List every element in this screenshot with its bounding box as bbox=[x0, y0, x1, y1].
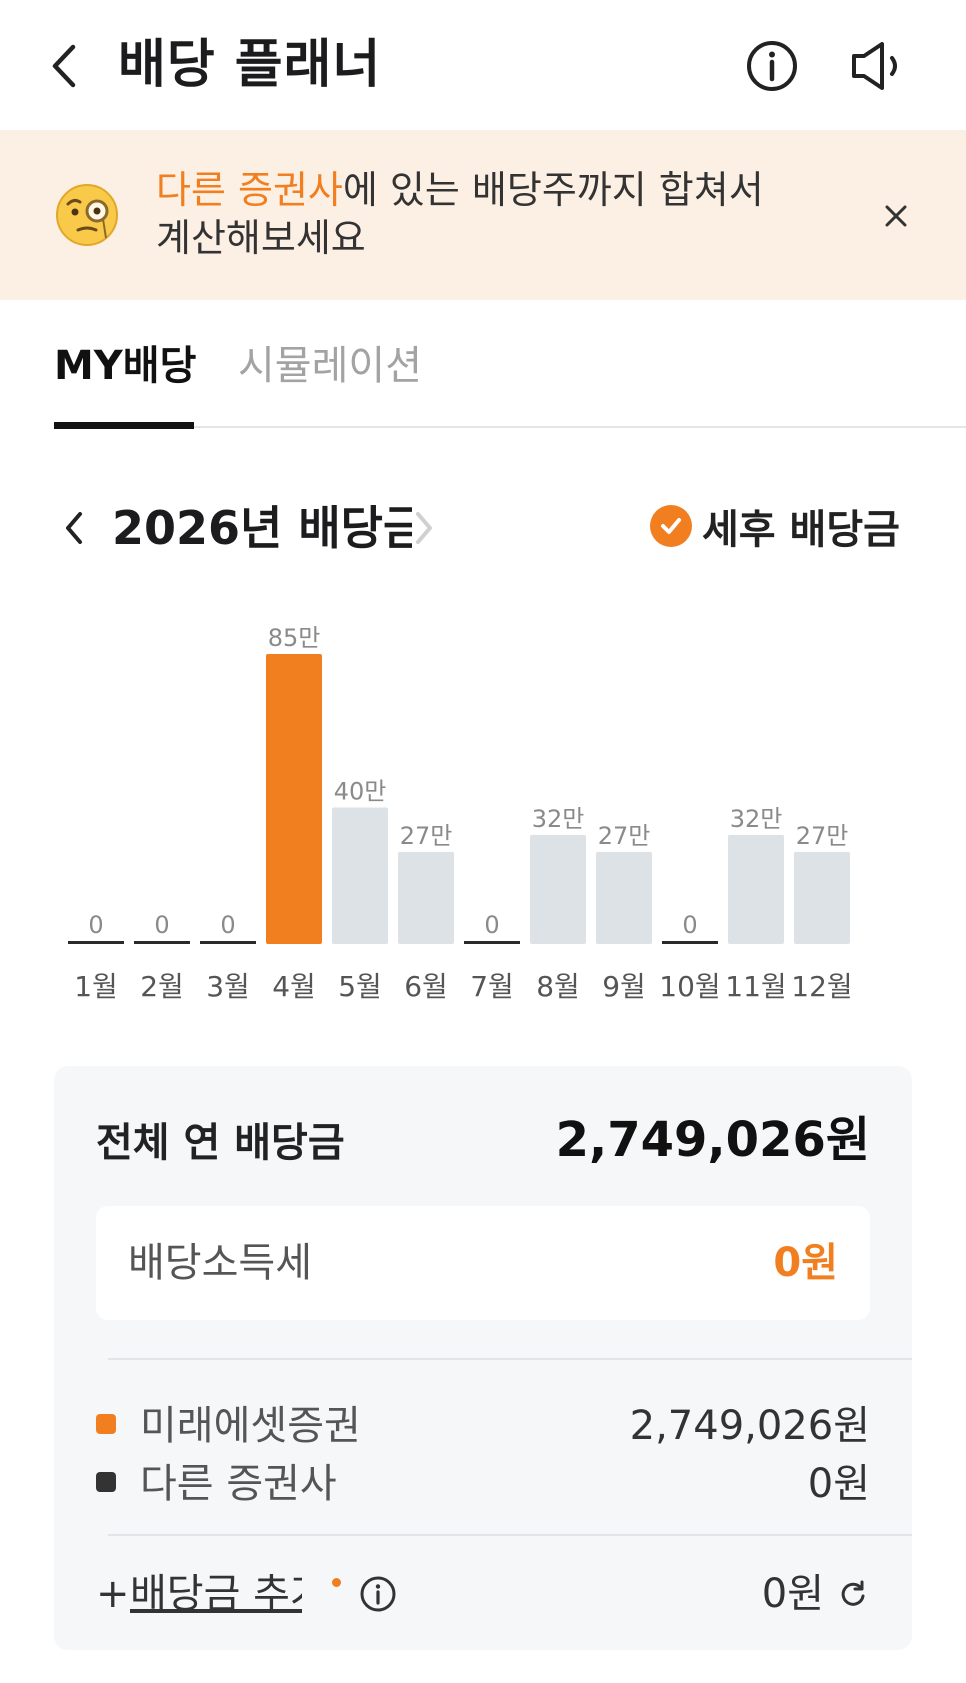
card-divider bbox=[108, 1534, 912, 1536]
chart-month-label-1: 1월 bbox=[74, 970, 118, 1003]
chart-month-label-9: 9월 bbox=[602, 970, 646, 1003]
broker-name: 미래에셋증권 bbox=[140, 1403, 361, 1449]
chart-bar-11[interactable] bbox=[728, 834, 784, 944]
close-icon bbox=[885, 205, 907, 227]
chart-month-label-5: 5월 bbox=[338, 970, 382, 1003]
banner-text-line2: 계산해보세요 bbox=[156, 216, 366, 260]
card-divider bbox=[108, 1358, 912, 1360]
chart-bar-7[interactable] bbox=[464, 941, 520, 944]
app-header: 배당 플래너 bbox=[0, 0, 966, 130]
chart-month-label-4: 4월 bbox=[272, 970, 316, 1003]
bar-chart-svg: 0 1월 0 2월 0 3월 85만 4월 40만 5월 27만 6월 0 7월 32만 8월 27만 9월 0 10… bbox=[68, 624, 853, 1003]
next-year-button[interactable] bbox=[410, 506, 436, 550]
add-dividend-row: + 배당금 추가 0원 bbox=[96, 1564, 870, 1624]
total-annual-label: 전체 연 배당금 bbox=[96, 1120, 345, 1166]
add-info-button[interactable] bbox=[358, 1574, 398, 1614]
chart-bar-6[interactable] bbox=[398, 851, 454, 944]
chart-data-label-6: 27만 bbox=[400, 822, 453, 850]
broker-color-dot bbox=[96, 1472, 116, 1492]
chart-data-label-1: 0 bbox=[88, 911, 103, 939]
plus-icon[interactable]: + bbox=[96, 1566, 130, 1622]
chevron-right-icon bbox=[416, 512, 432, 544]
total-annual-value: 2,749,026원 bbox=[555, 1112, 870, 1168]
refresh-button[interactable] bbox=[838, 1578, 870, 1610]
broker-row-other: 다른 증권사 0원 bbox=[96, 1456, 870, 1512]
after-tax-label: 세후 배당금 bbox=[702, 507, 900, 553]
chart-data-label-3: 0 bbox=[220, 911, 235, 939]
tab-my-dividend[interactable]: MY배당 bbox=[54, 338, 196, 394]
chart-bar-3[interactable] bbox=[200, 941, 256, 944]
new-badge-dot bbox=[332, 1578, 341, 1587]
chart-data-label-12: 27만 bbox=[796, 822, 849, 850]
chart-month-label-8: 8월 bbox=[536, 970, 580, 1003]
chart-bar-2[interactable] bbox=[134, 941, 190, 944]
tax-box: 배당소득세 0원 bbox=[96, 1206, 870, 1320]
chart-data-label-4: 85만 bbox=[268, 624, 321, 652]
broker-value: 2,749,026원 bbox=[629, 1403, 870, 1449]
prev-year-button[interactable] bbox=[56, 506, 92, 550]
banner-accent-text: 다른 증권사 bbox=[156, 168, 343, 212]
year-label: 2026년 배당금 bbox=[112, 501, 412, 555]
chart-month-label-3: 3월 bbox=[206, 970, 250, 1003]
chart-bar-9[interactable] bbox=[596, 851, 652, 944]
banner-message: 다른 증권사에 있는 배당주까지 합쳐서 계산해보세요 bbox=[156, 166, 764, 262]
info-icon bbox=[360, 1576, 396, 1612]
refresh-icon bbox=[841, 1580, 865, 1606]
broker-color-dot bbox=[96, 1414, 116, 1434]
broker-row-mirae: 미래에셋증권 2,749,026원 bbox=[96, 1398, 870, 1454]
tab-simulation[interactable]: 시뮬레이션 bbox=[238, 338, 422, 394]
chart-month-label-11: 11월 bbox=[725, 970, 786, 1003]
chart-data-label-8: 32만 bbox=[532, 805, 585, 833]
add-dividend-link[interactable]: 배당금 추가 bbox=[130, 1566, 302, 1622]
chart-month-label-12: 12월 bbox=[791, 970, 852, 1003]
chart-data-label-5: 40만 bbox=[334, 778, 387, 806]
page-title: 배당 플래너 bbox=[118, 35, 382, 95]
chart-month-label-2: 2월 bbox=[140, 970, 184, 1003]
chevron-left-icon bbox=[52, 44, 76, 88]
chart-month-label-7: 7월 bbox=[470, 970, 514, 1003]
tab-bar: MY배당 시뮬레이션 bbox=[0, 300, 966, 430]
summary-card: 전체 연 배당금 2,749,026원 배당소득세 0원 미래에셋증권 2,74… bbox=[54, 1066, 912, 1650]
chevron-left-icon bbox=[66, 512, 82, 544]
checkmark-icon bbox=[650, 505, 692, 547]
chart-month-label-6: 6월 bbox=[404, 970, 448, 1003]
chart-month-label-10: 10월 bbox=[659, 970, 720, 1003]
chart-data-label-9: 27만 bbox=[598, 822, 651, 850]
after-tax-toggle[interactable]: 세후 배당금 bbox=[650, 496, 900, 556]
chart-data-label-10: 0 bbox=[682, 911, 697, 939]
back-button[interactable] bbox=[44, 40, 84, 92]
chart-bar-8[interactable] bbox=[530, 834, 586, 944]
chart-bar-4[interactable] bbox=[266, 654, 322, 944]
added-dividend-value: 0원 bbox=[761, 1571, 824, 1617]
monocle-face-emoji-icon bbox=[54, 182, 120, 248]
tab-active-indicator bbox=[54, 422, 194, 429]
chart-data-label-7: 0 bbox=[484, 911, 499, 939]
chart-bar-5[interactable] bbox=[332, 807, 388, 944]
monthly-dividend-chart: 0 1월 0 2월 0 3월 85만 4월 40만 5월 27만 6월 0 7월 32만 8월 27만 9월 0 10… bbox=[0, 600, 966, 1020]
tax-value: 0원 bbox=[773, 1240, 838, 1286]
tax-label: 배당소득세 bbox=[128, 1240, 312, 1286]
chart-data-label-2: 0 bbox=[154, 911, 169, 939]
speaker-button[interactable] bbox=[848, 38, 908, 94]
chart-bar-12[interactable] bbox=[794, 851, 850, 944]
chart-data-label-11: 32만 bbox=[730, 805, 783, 833]
broker-value: 0원 bbox=[807, 1461, 870, 1507]
broker-name: 다른 증권사 bbox=[140, 1461, 337, 1507]
info-button[interactable] bbox=[744, 38, 800, 94]
speaker-icon bbox=[852, 42, 897, 90]
info-icon bbox=[747, 41, 797, 91]
chart-bar-10[interactable] bbox=[662, 941, 718, 944]
chart-bar-1[interactable] bbox=[68, 941, 124, 944]
year-selector: 2026년 배당금 세후 배당금 bbox=[0, 490, 966, 570]
banner-text-rest: 에 있는 배당주까지 합쳐서 bbox=[342, 168, 764, 212]
banner-close-button[interactable] bbox=[876, 196, 916, 236]
promo-banner[interactable]: 다른 증권사에 있는 배당주까지 합쳐서 계산해보세요 bbox=[0, 130, 966, 300]
